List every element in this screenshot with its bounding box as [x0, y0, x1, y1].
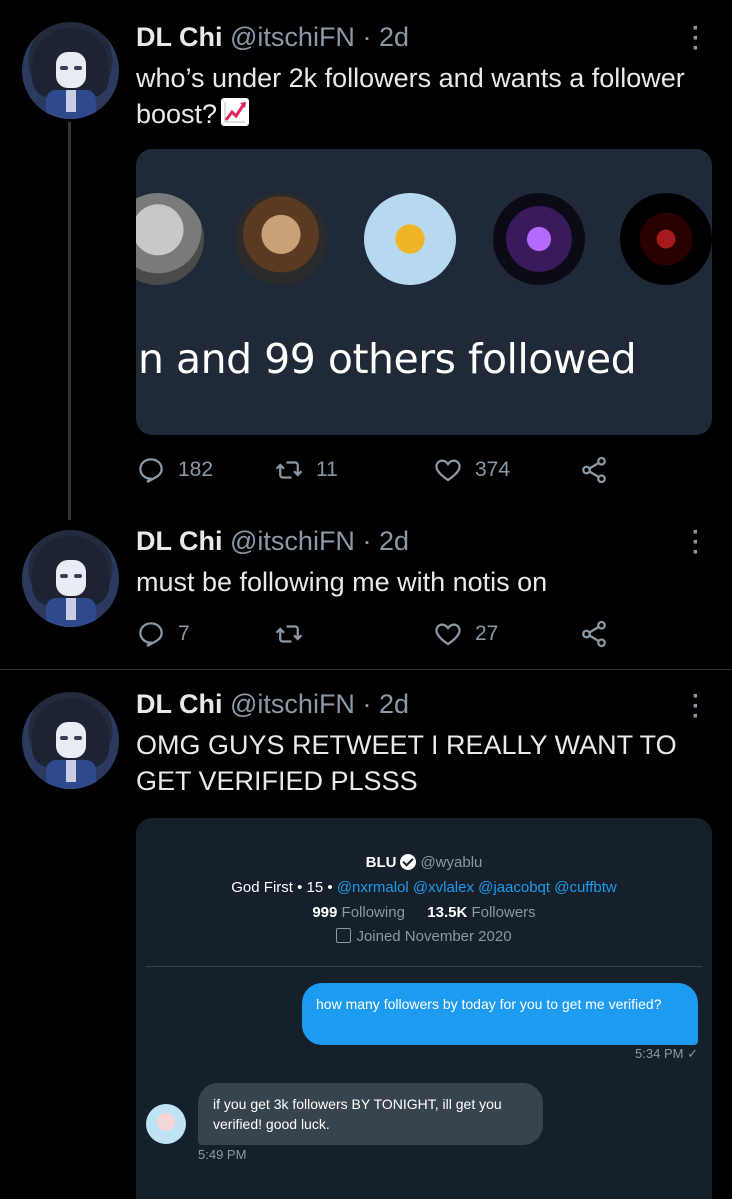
reply-icon	[139, 458, 163, 483]
retweet-button[interactable]: 11	[274, 453, 338, 487]
bio-mentions: @nxrmalol @xvlalex @jaacobqt @cuffbtw	[336, 879, 617, 896]
tweet-header: DL Chi @itschiFN · 2d	[136, 22, 410, 52]
heart-icon	[435, 459, 461, 482]
profile-bio: God First • 15 • @nxrmalol @xvlalex @jaa…	[136, 879, 712, 896]
retweet-count: 11	[316, 458, 338, 481]
avatar[interactable]	[22, 692, 119, 789]
retweet-icon	[275, 461, 303, 479]
profile-name: BLU	[365, 854, 397, 871]
follower-avatar	[493, 193, 585, 285]
read-check-icon: ✓	[687, 1046, 698, 1061]
timestamp[interactable]: 2d	[379, 526, 409, 556]
timestamp[interactable]: 2d	[379, 22, 409, 52]
more-options-icon[interactable]: · · ·	[686, 521, 706, 565]
media-card[interactable]: BLU @wyablu God First • 15 • @nxrmalol @x…	[136, 818, 712, 1199]
tweet-text: OMG GUYS RETWEET I REALLY WANT TO GET VE…	[136, 730, 677, 796]
bio-text: God First • 15 •	[231, 879, 333, 896]
tweet-header: DL Chi @itschiFN · 2d	[136, 689, 410, 719]
like-count: 27	[475, 622, 499, 645]
retweet-button[interactable]	[274, 617, 316, 651]
dm-received-time: 5:49 PM	[198, 1147, 247, 1162]
follow-stats: 999 Following 13.5K Followers	[136, 904, 712, 921]
avatar[interactable]	[22, 530, 119, 627]
share-button[interactable]	[579, 453, 609, 487]
reply-button[interactable]: 7	[136, 617, 190, 651]
more-options-icon[interactable]: · · ·	[686, 685, 706, 729]
display-name[interactable]: DL Chi	[136, 22, 223, 52]
avatar[interactable]	[22, 22, 119, 119]
follower-avatar	[364, 193, 456, 285]
tweet-actions: 182 11 374	[136, 453, 636, 487]
dm-message-received: if you get 3k followers BY TONIGHT, ill …	[198, 1083, 543, 1145]
username[interactable]: @itschiFN	[230, 689, 355, 719]
tweet-actions: 7 27	[136, 617, 636, 651]
username[interactable]: @itschiFN	[230, 22, 355, 52]
display-name[interactable]: DL Chi	[136, 526, 223, 556]
followers-count: 13.5K	[427, 904, 468, 921]
share-button[interactable]	[579, 617, 609, 651]
display-name[interactable]: DL Chi	[136, 689, 223, 719]
follower-avatar	[235, 193, 327, 285]
follower-avatar	[136, 193, 204, 285]
dm-sent-time: 5:34 PM ✓	[635, 1046, 698, 1061]
followers-label: Followers	[471, 904, 536, 921]
joined-line: Joined November 2020	[136, 928, 712, 945]
media-card[interactable]: n and 99 others followed	[136, 149, 712, 435]
reply-icon	[139, 622, 163, 647]
profile-name-line: BLU @wyablu	[136, 854, 712, 871]
dm-sender-avatar	[146, 1104, 186, 1144]
heart-icon	[435, 623, 461, 646]
profile-handle: @wyablu	[420, 854, 483, 871]
share-icon	[582, 456, 606, 484]
reply-count: 7	[178, 622, 190, 645]
follower-avatar	[620, 193, 712, 285]
retweet-icon	[275, 625, 303, 643]
like-button[interactable]: 27	[433, 617, 498, 651]
chart-increasing-emoji	[221, 98, 250, 126]
verified-badge-icon	[400, 854, 417, 870]
like-button[interactable]: 374	[433, 453, 510, 487]
timestamp[interactable]: 2d	[379, 689, 409, 719]
more-options-icon[interactable]: · · ·	[686, 17, 706, 61]
reply-button[interactable]: 182	[136, 453, 213, 487]
card-caption: n and 99 others followed	[138, 335, 637, 383]
username[interactable]: @itschiFN	[230, 526, 355, 556]
following-label: Following	[341, 904, 405, 921]
share-icon	[582, 620, 606, 648]
dm-message-sent: how many followers by today for you to g…	[302, 983, 698, 1045]
divider	[146, 966, 702, 967]
tweet-text: who’s under 2k followers and wants a fol…	[136, 63, 685, 129]
following-count: 999	[312, 904, 338, 921]
like-count: 374	[475, 458, 511, 481]
calendar-icon	[336, 928, 352, 943]
tweet-2[interactable]: DL Chi @itschiFN · 2d · · · must be follow…	[0, 520, 732, 669]
thread-connector-line	[68, 122, 71, 520]
tweet-header: DL Chi @itschiFN · 2d	[136, 526, 410, 556]
tweet-1[interactable]: DL Chi @itschiFN · 2d · · · who’s under 2k…	[0, 0, 732, 520]
reply-count: 182	[178, 458, 214, 481]
joined-date: Joined November 2020	[356, 928, 512, 945]
tweet-text: must be following me with notis on	[136, 567, 548, 597]
